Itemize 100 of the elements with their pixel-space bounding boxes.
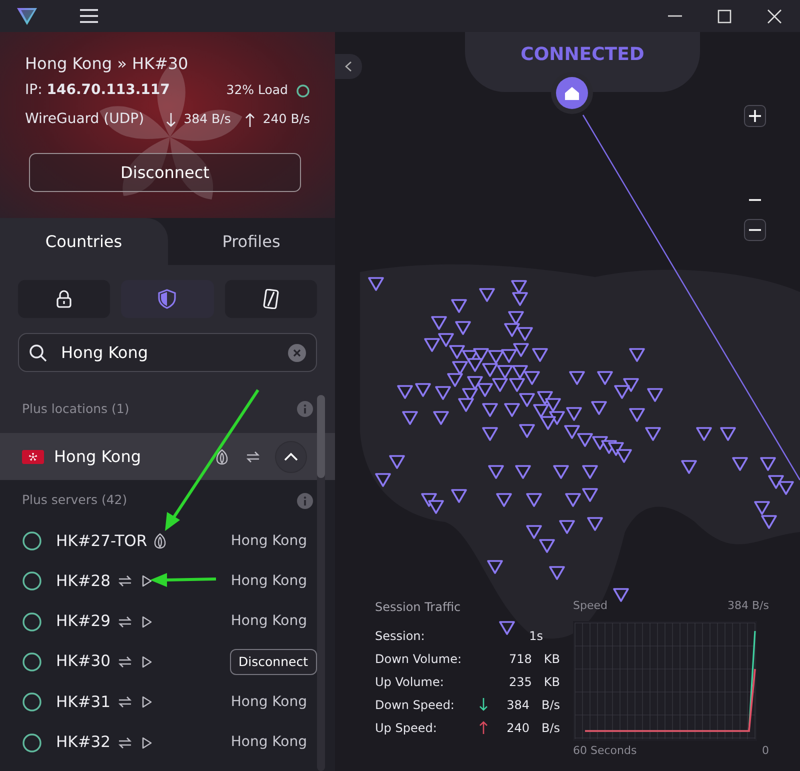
server-pin[interactable] <box>504 323 520 337</box>
server-pin[interactable] <box>473 348 489 362</box>
server-pin[interactable] <box>421 493 437 507</box>
server-pin[interactable] <box>488 465 504 479</box>
server-pin[interactable] <box>499 621 515 635</box>
info-icon[interactable] <box>297 492 313 508</box>
server-pin[interactable] <box>479 288 495 302</box>
server-pin[interactable] <box>452 361 468 375</box>
server-pin[interactable] <box>435 386 451 400</box>
server-pin[interactable] <box>431 316 447 330</box>
server-pin[interactable] <box>768 475 784 489</box>
collapse-button[interactable] <box>275 440 307 472</box>
server-pin[interactable] <box>720 427 736 441</box>
disconnect-button[interactable]: Disconnect <box>29 153 301 192</box>
server-pin[interactable] <box>754 501 770 515</box>
server-pin[interactable] <box>587 517 603 531</box>
server-pin[interactable] <box>508 311 524 325</box>
disconnect-button[interactable]: Disconnect <box>230 648 317 676</box>
clear-search-button[interactable] <box>288 344 306 362</box>
server-pin[interactable] <box>492 378 508 392</box>
server-pin[interactable] <box>482 403 498 417</box>
server-pin[interactable] <box>732 457 748 471</box>
server-pin[interactable] <box>368 277 384 291</box>
server-pin[interactable] <box>616 449 632 463</box>
server-pin[interactable] <box>553 465 569 479</box>
search-field[interactable]: Hong Kong <box>18 333 317 372</box>
server-pin[interactable] <box>433 411 449 425</box>
server-pin[interactable] <box>526 525 542 539</box>
server-pin[interactable] <box>778 481 794 495</box>
country-row[interactable]: Hong Kong <box>0 433 335 480</box>
server-pin[interactable] <box>526 493 542 507</box>
zoom-out-button[interactable] <box>744 219 766 241</box>
server-pin[interactable] <box>496 493 512 507</box>
server-pin[interactable] <box>504 403 520 417</box>
server-row[interactable]: HK#29 Hong Kong <box>0 602 335 642</box>
server-pin[interactable] <box>467 376 483 390</box>
server-pin[interactable] <box>540 416 556 430</box>
server-pin[interactable] <box>488 350 504 364</box>
server-pin[interactable] <box>389 455 405 469</box>
server-pin[interactable] <box>487 560 503 574</box>
menu-button[interactable] <box>80 9 98 23</box>
server-pin[interactable] <box>761 515 777 529</box>
server-row[interactable]: HK#28 Hong Kong <box>0 561 335 602</box>
server-pin[interactable] <box>512 292 528 306</box>
server-pin[interactable] <box>424 338 440 352</box>
server-pin[interactable] <box>613 588 629 602</box>
server-pin[interactable] <box>592 436 608 450</box>
server-pin[interactable] <box>517 327 533 341</box>
server-pin[interactable] <box>455 321 471 335</box>
server-pin[interactable] <box>513 343 529 357</box>
server-pin[interactable] <box>681 460 697 474</box>
server-pin[interactable] <box>582 465 598 479</box>
tab[interactable]: Countries <box>0 218 168 265</box>
server-pin[interactable] <box>519 393 535 407</box>
server-pin[interactable] <box>482 363 498 377</box>
server-pin[interactable] <box>515 465 531 479</box>
server-pin[interactable] <box>569 371 585 385</box>
server-pin[interactable] <box>447 373 463 387</box>
tab[interactable]: Profiles <box>168 218 335 265</box>
server-pin[interactable] <box>582 488 598 502</box>
server-pin[interactable] <box>565 493 581 507</box>
server-pin[interactable] <box>549 566 565 580</box>
server-pin[interactable] <box>509 378 525 392</box>
server-pin[interactable] <box>482 427 498 441</box>
server-pin[interactable] <box>645 427 661 441</box>
server-pin[interactable] <box>760 457 776 471</box>
server-pin[interactable] <box>467 358 483 372</box>
server-pin[interactable] <box>564 425 580 439</box>
server-pin[interactable] <box>477 383 493 397</box>
server-pin[interactable] <box>647 388 663 402</box>
server-pin[interactable] <box>533 404 549 418</box>
server-pin[interactable] <box>545 398 561 412</box>
home-button[interactable] <box>556 77 588 109</box>
server-pin[interactable] <box>415 383 431 397</box>
server-pin[interactable] <box>591 401 607 415</box>
collapse-sidebar-button[interactable] <box>335 54 362 79</box>
server-pin[interactable] <box>614 385 630 399</box>
scrollbar-thumb[interactable] <box>317 395 325 478</box>
server-pin[interactable] <box>451 299 467 313</box>
server-pin[interactable] <box>608 442 624 456</box>
server-pin[interactable] <box>497 365 513 379</box>
server-pin[interactable] <box>597 371 613 385</box>
server-pin[interactable] <box>511 280 527 294</box>
server-pin[interactable] <box>524 371 540 385</box>
server-pin[interactable] <box>501 349 517 363</box>
server-row[interactable]: HK#30 Disconnect <box>0 642 335 682</box>
server-pin[interactable] <box>402 411 418 425</box>
filter-button[interactable] <box>18 280 110 318</box>
server-pin[interactable] <box>629 348 645 362</box>
server-pin[interactable] <box>532 348 548 362</box>
search-input[interactable]: Hong Kong <box>59 340 276 366</box>
filter-button[interactable] <box>224 280 317 318</box>
server-pin[interactable] <box>512 365 528 379</box>
server-pin[interactable] <box>623 378 639 392</box>
server-pin[interactable] <box>451 489 467 503</box>
server-row[interactable]: HK#32 Hong Kong <box>0 722 335 763</box>
server-pin[interactable] <box>696 427 712 441</box>
server-pin[interactable] <box>539 539 555 553</box>
server-pin[interactable] <box>458 398 474 412</box>
server-pin[interactable] <box>375 473 391 487</box>
